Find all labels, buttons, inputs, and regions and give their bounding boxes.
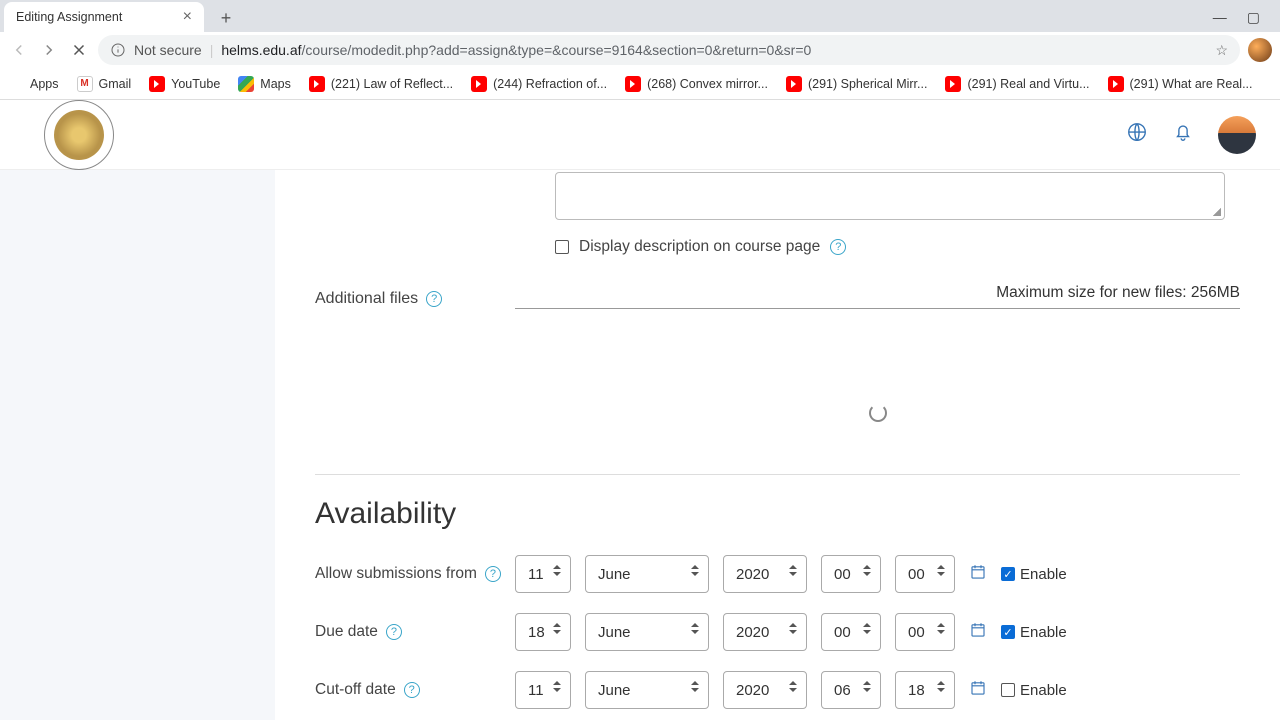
profile-avatar-small[interactable] (1248, 38, 1272, 62)
bookmarks-bar: Apps MGmail YouTube Maps (221) Law of Reflec… (0, 68, 1280, 100)
help-icon[interactable]: ? (404, 682, 420, 698)
display-description-label: Display description on course page (579, 238, 820, 256)
help-icon[interactable]: ? (426, 291, 442, 307)
user-avatar[interactable] (1218, 116, 1256, 154)
forward-button[interactable] (38, 39, 60, 61)
maximize-icon[interactable]: ▢ (1247, 9, 1260, 26)
bookmark-item[interactable]: (291) Real and Virtu... (945, 76, 1089, 92)
url-input[interactable]: Not secure | helms.edu.af/course/modedit… (98, 35, 1240, 65)
back-button[interactable] (8, 39, 30, 61)
hour-select[interactable]: 00 (821, 555, 881, 593)
yt-icon (945, 76, 961, 92)
enable-checkbox[interactable] (1001, 683, 1015, 697)
bookmark-item[interactable]: Apps (8, 76, 59, 92)
yt-icon (471, 76, 487, 92)
day-select[interactable]: 11 (515, 555, 571, 593)
calendar-icon[interactable] (969, 679, 987, 702)
bookmark-item[interactable]: (221) Law of Reflect... (309, 76, 453, 92)
browser-tab[interactable]: Editing Assignment × (4, 2, 204, 32)
tab-bar: Editing Assignment × + — ▢ (0, 0, 1280, 32)
yt-icon (625, 76, 641, 92)
year-select[interactable]: 2020 (723, 613, 807, 651)
date-row: Cut-off date?11June20200618Enable (315, 671, 1240, 709)
browser-chrome: Editing Assignment × + — ▢ Not secure | … (0, 0, 1280, 100)
minimize-icon[interactable]: — (1213, 9, 1227, 26)
minute-select[interactable]: 00 (895, 555, 955, 593)
yt-icon (786, 76, 802, 92)
hour-select[interactable]: 06 (821, 671, 881, 709)
help-icon[interactable]: ? (386, 624, 402, 640)
minute-select[interactable]: 18 (895, 671, 955, 709)
language-icon[interactable] (1126, 121, 1148, 148)
date-row: Due date?18June20200000✓Enable (315, 613, 1240, 651)
site-logo[interactable] (44, 100, 114, 170)
site-header (0, 100, 1280, 170)
maps-icon (238, 76, 254, 92)
bookmark-item[interactable]: (268) Convex mirror... (625, 76, 768, 92)
yt-icon (309, 76, 325, 92)
calendar-icon[interactable] (969, 621, 987, 644)
new-tab-button[interactable]: + (212, 4, 240, 32)
display-description-checkbox[interactable] (555, 240, 569, 254)
additional-files-label: Additional files (315, 290, 418, 308)
day-select[interactable]: 11 (515, 671, 571, 709)
gmail-icon: M (77, 76, 93, 92)
bookmark-star-icon[interactable]: ☆ (1215, 42, 1228, 59)
calendar-icon[interactable] (969, 563, 987, 586)
address-bar: Not secure | helms.edu.af/course/modedit… (0, 32, 1280, 68)
yt-icon (1108, 76, 1124, 92)
close-icon[interactable]: × (183, 8, 192, 26)
enable-checkbox[interactable]: ✓ (1001, 625, 1015, 639)
date-row: Allow submissions from?11June20200000✓En… (315, 555, 1240, 593)
bookmark-item[interactable]: YouTube (149, 76, 220, 92)
yt-icon (149, 76, 165, 92)
description-editor[interactable] (555, 172, 1225, 220)
bookmark-item[interactable]: MGmail (77, 76, 132, 92)
loading-spinner-icon (869, 404, 887, 422)
month-select[interactable]: June (585, 613, 709, 651)
hour-select[interactable]: 00 (821, 613, 881, 651)
form-container: Display description on course page ? Add… (275, 170, 1280, 720)
minute-select[interactable]: 00 (895, 613, 955, 651)
tab-title: Editing Assignment (16, 10, 122, 24)
bookmark-item[interactable]: Maps (238, 76, 291, 92)
stop-button[interactable] (68, 39, 90, 61)
availability-heading[interactable]: Availability (315, 497, 1240, 531)
help-icon[interactable]: ? (830, 239, 846, 255)
day-select[interactable]: 18 (515, 613, 571, 651)
bookmark-item[interactable]: (291) Spherical Mirr... (786, 76, 927, 92)
security-status: Not secure (134, 42, 202, 58)
apps-icon (8, 76, 24, 92)
help-icon[interactable]: ? (485, 566, 501, 582)
notifications-icon[interactable] (1172, 121, 1194, 148)
page-viewport: Display description on course page ? Add… (0, 170, 1280, 720)
enable-checkbox[interactable]: ✓ (1001, 567, 1015, 581)
bookmark-item[interactable]: (244) Refraction of... (471, 76, 607, 92)
year-select[interactable]: 2020 (723, 671, 807, 709)
month-select[interactable]: June (585, 555, 709, 593)
year-select[interactable]: 2020 (723, 555, 807, 593)
bookmark-item[interactable]: (291) What are Real... (1108, 76, 1253, 92)
max-filesize-text: Maximum size for new files: 256MB (515, 284, 1240, 309)
info-icon (110, 42, 126, 58)
month-select[interactable]: June (585, 671, 709, 709)
